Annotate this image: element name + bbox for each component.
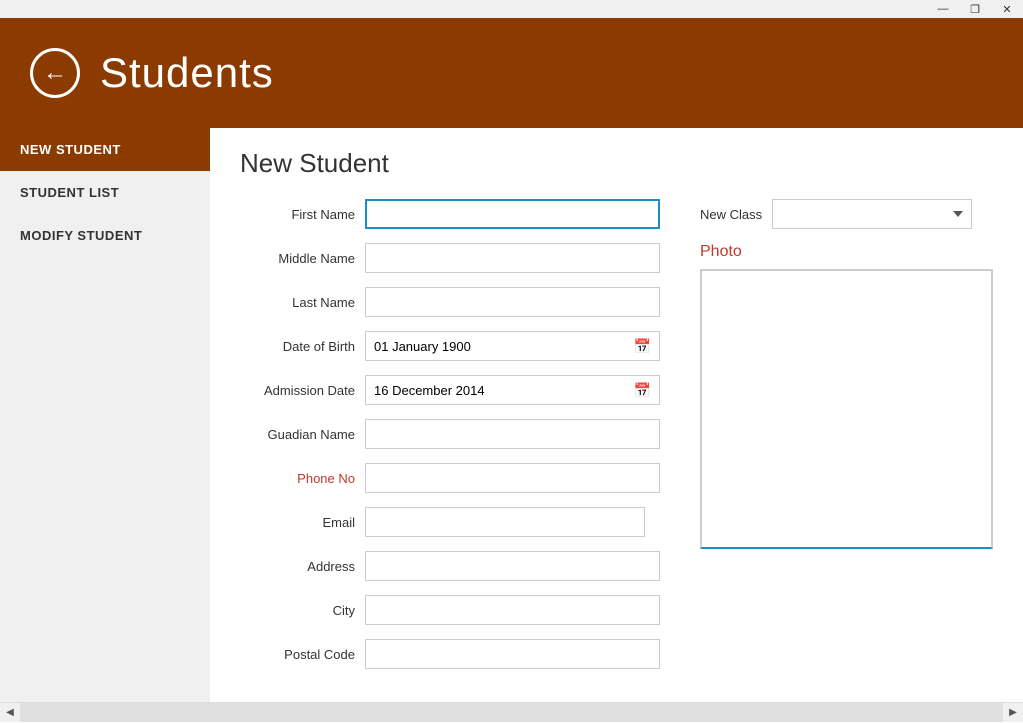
dob-input[interactable]: 01 January 1900 📅 <box>365 331 660 361</box>
middle-name-label: Middle Name <box>240 251 355 266</box>
minimize-button[interactable]: — <box>927 0 959 18</box>
close-button[interactable]: ✕ <box>991 0 1023 18</box>
postal-label: Postal Code <box>240 647 355 662</box>
admission-row: Admission Date 16 December 2014 📅 <box>240 375 660 405</box>
app-title: Students <box>100 49 274 97</box>
city-label: City <box>240 603 355 618</box>
form-right: New Class Photo <box>700 199 993 683</box>
address-input[interactable] <box>365 551 660 581</box>
phone-row: Phone No <box>240 463 660 493</box>
guardian-row: Guadian Name <box>240 419 660 449</box>
first-name-row: First Name <box>240 199 660 229</box>
dob-label: Date of Birth <box>240 339 355 354</box>
sidebar-item-student-list[interactable]: STUDENT LIST <box>0 171 210 214</box>
middle-name-row: Middle Name <box>240 243 660 273</box>
email-input[interactable] <box>365 507 645 537</box>
address-label: Address <box>240 559 355 574</box>
calendar-icon: 📅 <box>634 338 651 355</box>
admission-value: 16 December 2014 <box>374 383 485 398</box>
first-name-input[interactable] <box>365 199 660 229</box>
photo-label: Photo <box>700 243 993 261</box>
city-row: City <box>240 595 660 625</box>
back-button[interactable]: ← <box>30 48 80 98</box>
bottom-scrollbar: ◀ ▶ <box>0 702 1023 722</box>
page-title: New Student <box>240 148 993 179</box>
phone-input[interactable] <box>365 463 660 493</box>
scroll-right-arrow[interactable]: ▶ <box>1003 703 1023 723</box>
dob-row: Date of Birth 01 January 1900 📅 <box>240 331 660 361</box>
sidebar-item-new-student[interactable]: NEW STUDENT <box>0 128 210 171</box>
last-name-label: Last Name <box>240 295 355 310</box>
app-header: ← Students <box>0 18 1023 128</box>
address-row: Address <box>240 551 660 581</box>
admission-input[interactable]: 16 December 2014 📅 <box>365 375 660 405</box>
dob-value: 01 January 1900 <box>374 339 471 354</box>
sidebar: NEW STUDENT STUDENT LIST MODIFY STUDENT <box>0 128 210 702</box>
email-label: Email <box>240 515 355 530</box>
last-name-row: Last Name <box>240 287 660 317</box>
restore-button[interactable]: ❐ <box>959 0 991 18</box>
main-content: New Student First Name Middle Name Last … <box>210 128 1023 702</box>
admission-calendar-icon: 📅 <box>634 382 651 399</box>
postal-input[interactable] <box>365 639 660 669</box>
new-class-row: New Class <box>700 199 993 229</box>
first-name-label: First Name <box>240 207 355 222</box>
title-bar: — ❐ ✕ <box>0 0 1023 18</box>
city-input[interactable] <box>365 595 660 625</box>
last-name-input[interactable] <box>365 287 660 317</box>
middle-name-input[interactable] <box>365 243 660 273</box>
guardian-label: Guadian Name <box>240 427 355 442</box>
email-row: Email <box>240 507 660 537</box>
admission-label: Admission Date <box>240 383 355 398</box>
form-left: First Name Middle Name Last Name Date of… <box>240 199 660 683</box>
scroll-track[interactable] <box>20 703 1003 722</box>
back-icon: ← <box>43 59 67 87</box>
sidebar-item-modify-student[interactable]: MODIFY STUDENT <box>0 214 210 257</box>
guardian-input[interactable] <box>365 419 660 449</box>
form-layout: First Name Middle Name Last Name Date of… <box>240 199 993 683</box>
postal-row: Postal Code <box>240 639 660 669</box>
phone-label: Phone No <box>240 471 355 486</box>
new-class-label: New Class <box>700 207 762 222</box>
class-select[interactable] <box>772 199 972 229</box>
photo-box[interactable] <box>700 269 993 549</box>
scroll-left-arrow[interactable]: ◀ <box>0 703 20 723</box>
